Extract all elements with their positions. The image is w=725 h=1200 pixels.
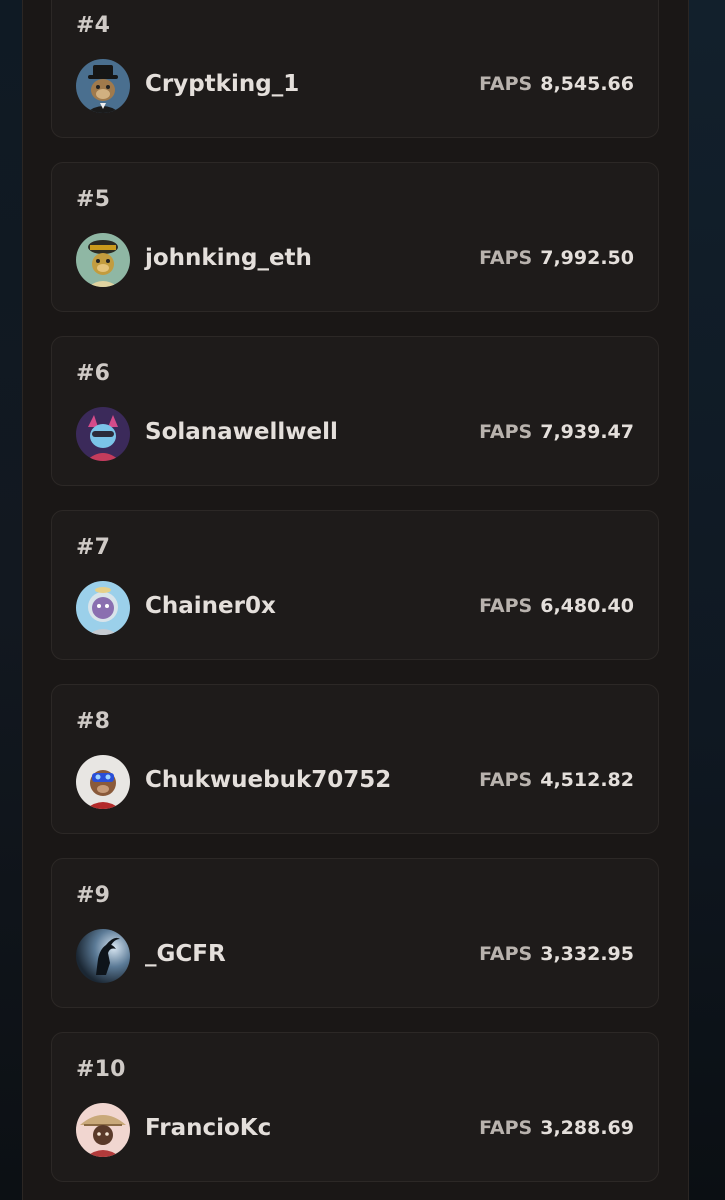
- ape-tophat-avatar[interactable]: [76, 59, 130, 113]
- score: FAPS 4,512.82: [479, 769, 634, 791]
- score: FAPS 7,939.47: [479, 421, 634, 443]
- rank-label: #7: [76, 535, 111, 560]
- username[interactable]: johnking_eth: [145, 245, 312, 271]
- score: FAPS 3,332.95: [479, 943, 634, 965]
- score-label: FAPS: [479, 943, 533, 965]
- leaderboard-row[interactable]: #10 FrancioKc FAPS 3,288.69: [51, 1032, 659, 1182]
- score-value: 6,480.40: [540, 595, 634, 617]
- rank-label: #9: [76, 883, 111, 908]
- username[interactable]: _GCFR: [145, 941, 226, 967]
- leaderboard-row[interactable]: #7 Chainer0x FAPS 6,480.40: [51, 510, 659, 660]
- rank-label: #4: [76, 13, 111, 38]
- score: FAPS 7,992.50: [479, 247, 634, 269]
- username[interactable]: FrancioKc: [145, 1115, 271, 1141]
- score-value: 7,992.50: [540, 247, 634, 269]
- username[interactable]: Solanawellwell: [145, 419, 338, 445]
- ape-yellow-hat-avatar[interactable]: [76, 233, 130, 287]
- goat-silhouette-avatar[interactable]: [76, 929, 130, 983]
- samurai-hat-avatar[interactable]: [76, 1103, 130, 1157]
- score-label: FAPS: [479, 595, 533, 617]
- score-label: FAPS: [479, 769, 533, 791]
- score-value: 7,939.47: [540, 421, 634, 443]
- rank-label: #10: [76, 1057, 126, 1082]
- rank-label: #6: [76, 361, 111, 386]
- score-value: 3,332.95: [540, 943, 634, 965]
- background-left: [0, 0, 22, 1200]
- leaderboard-row[interactable]: #4 Cryptking_1 FAPS 8,545.66: [51, 0, 659, 138]
- purple-character-avatar[interactable]: [76, 407, 130, 461]
- leaderboard-row[interactable]: #8 Chukwuebuk70752 FAPS 4,512.82: [51, 684, 659, 834]
- astronaut-avatar[interactable]: [76, 581, 130, 635]
- leaderboard-row[interactable]: #9 _GCFR FAPS 3,332.95: [51, 858, 659, 1008]
- score: FAPS 3,288.69: [479, 1117, 634, 1139]
- username[interactable]: Chukwuebuk70752: [145, 767, 391, 793]
- rank-label: #8: [76, 709, 111, 734]
- username[interactable]: Chainer0x: [145, 593, 276, 619]
- ape-goggles-avatar[interactable]: [76, 755, 130, 809]
- score-label: FAPS: [479, 421, 533, 443]
- score-value: 8,545.66: [540, 73, 634, 95]
- leaderboard-list: #4 Cryptking_1 FAPS 8,545.66 #5 johnking…: [51, 0, 659, 1200]
- username[interactable]: Cryptking_1: [145, 71, 299, 97]
- score-value: 4,512.82: [540, 769, 634, 791]
- score: FAPS 8,545.66: [479, 73, 634, 95]
- score-value: 3,288.69: [540, 1117, 634, 1139]
- leaderboard-row[interactable]: #5 johnking_eth FAPS 7,992.50: [51, 162, 659, 312]
- score-label: FAPS: [479, 247, 533, 269]
- background-right: [689, 0, 725, 1200]
- leaderboard-row[interactable]: #6 Solanawellwell FAPS 7,939.47: [51, 336, 659, 486]
- score: FAPS 6,480.40: [479, 595, 634, 617]
- score-label: FAPS: [479, 1117, 533, 1139]
- rank-label: #5: [76, 187, 111, 212]
- score-label: FAPS: [479, 73, 533, 95]
